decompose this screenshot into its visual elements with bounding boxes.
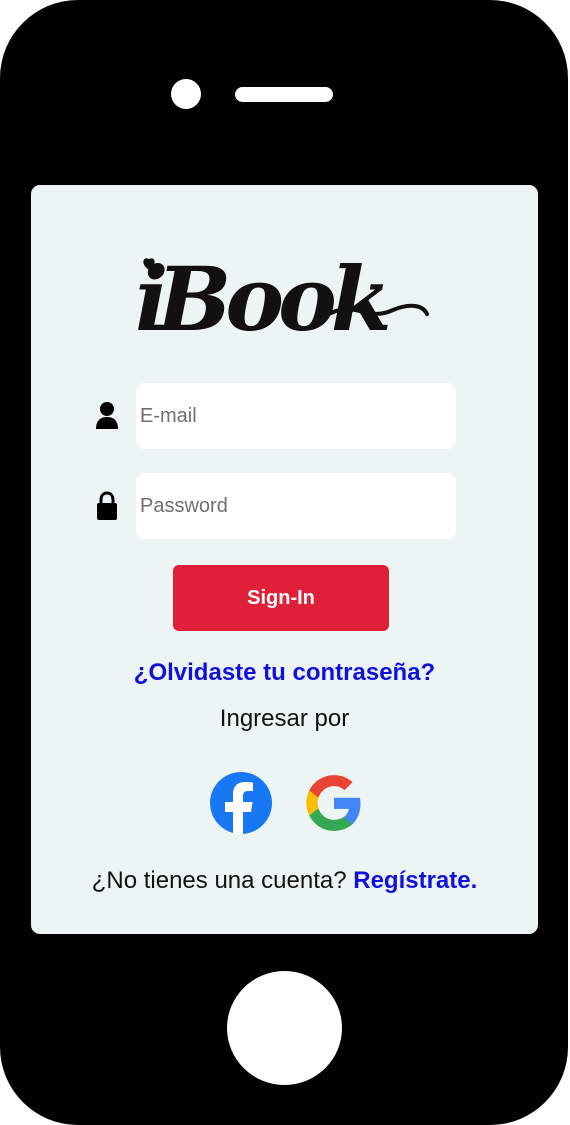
home-button[interactable] (227, 971, 342, 1085)
register-link[interactable]: Regístrate. (353, 867, 477, 894)
front-camera (171, 79, 201, 109)
forgot-password-link[interactable]: ¿Olvidaste tu contraseña? (31, 659, 538, 687)
svg-text:Book: Book (154, 247, 388, 350)
password-field[interactable] (136, 473, 456, 539)
lock-icon (97, 491, 117, 520)
google-icon[interactable] (302, 771, 366, 835)
password-row (89, 473, 489, 539)
email-row (89, 383, 489, 449)
signup-prompt-text: ¿No tienes una cuenta? (91, 867, 347, 894)
login-screen: iBook i Book Sign-In ¿Olvidaste tu contr… (31, 185, 538, 934)
user-icon (96, 402, 118, 429)
social-login-label: Ingresar por (219, 705, 350, 732)
sign-in-button[interactable]: Sign-In (173, 565, 389, 631)
email-field[interactable] (136, 383, 456, 449)
earpiece-speaker (235, 87, 333, 102)
facebook-icon[interactable] (209, 771, 273, 835)
ibook-logo: iBook i Book (135, 247, 429, 350)
phone-frame: iBook i Book Sign-In ¿Olvidaste tu contr… (0, 0, 568, 1125)
signup-prompt: ¿No tienes una cuenta? Regístrate. (31, 867, 538, 895)
